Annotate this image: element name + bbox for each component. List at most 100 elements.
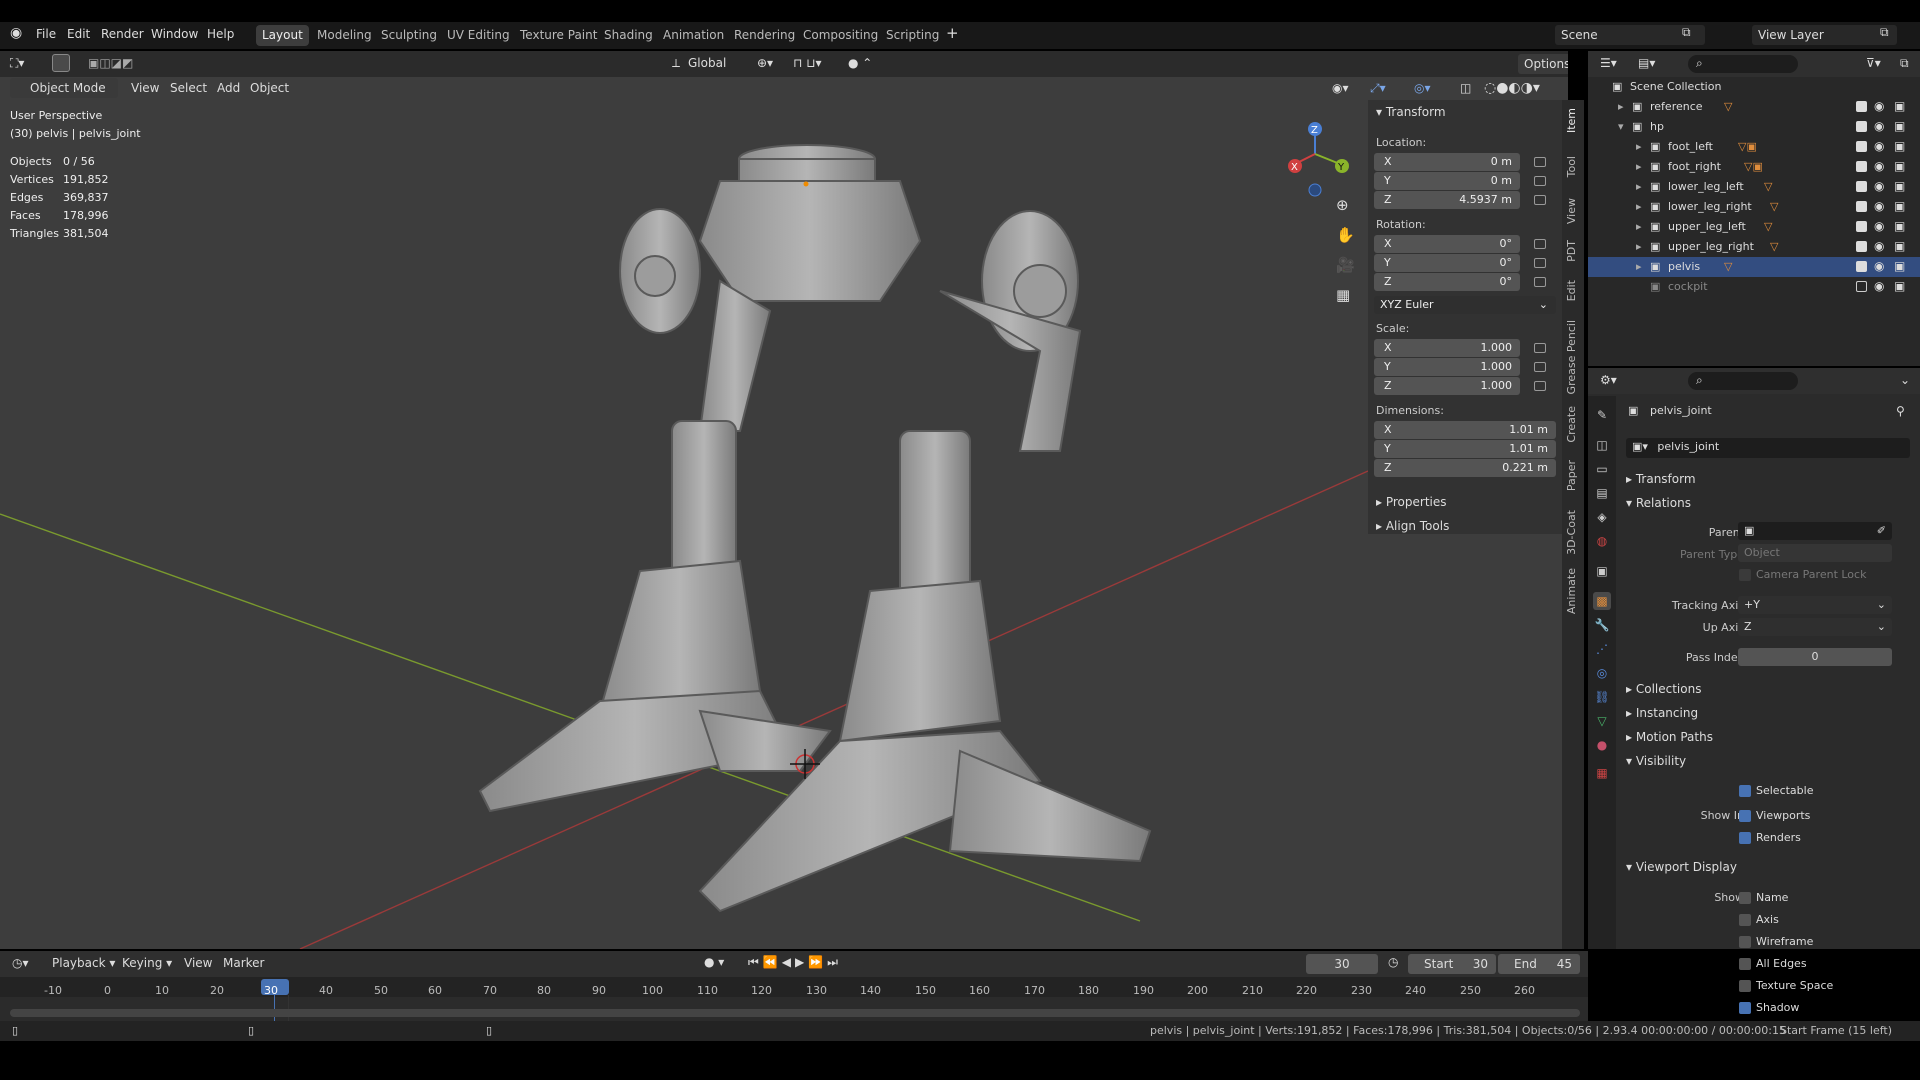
outliner-row[interactable]: ▸ ▣ lower_leg_left ▽ ◉ ▣: [1588, 177, 1920, 197]
rotation-mode-dropdown[interactable]: XYZ Euler ⌄: [1374, 296, 1556, 314]
xray-icon[interactable]: ◫: [1460, 81, 1471, 95]
camera-view-icon[interactable]: 🎥: [1336, 256, 1355, 274]
view-layer-selector[interactable]: View Layer: [1752, 25, 1897, 45]
location-y-field[interactable]: Y 0 m: [1374, 172, 1520, 190]
dimension-x-field[interactable]: X 1.01 m: [1374, 421, 1556, 439]
physics-tab-icon[interactable]: ◎: [1593, 664, 1611, 682]
rotation-y-field[interactable]: Y 0°: [1374, 254, 1520, 272]
exclude-checkbox[interactable]: [1856, 281, 1867, 292]
outliner-row-selected[interactable]: ▸ ▣ pelvis ▽ ◉ ▣: [1588, 257, 1920, 277]
tab-view[interactable]: View: [1565, 198, 1578, 224]
show-wireframe-checkbox[interactable]: [1739, 936, 1751, 948]
chevron-right-icon[interactable]: ▸: [1636, 180, 1642, 193]
tab-grease-pencil[interactable]: Grease Pencil: [1565, 320, 1578, 394]
pan-hand-icon[interactable]: ✋: [1336, 226, 1355, 244]
camera-icon[interactable]: ▣: [1894, 219, 1905, 233]
view-menu[interactable]: View: [184, 956, 212, 970]
add-menu[interactable]: Add: [217, 81, 240, 95]
lock-icon[interactable]: [1534, 239, 1546, 249]
exclude-checkbox[interactable]: [1856, 161, 1867, 172]
up-axis-dropdown[interactable]: Z ⌄: [1738, 618, 1892, 636]
menu-help[interactable]: Help: [207, 27, 234, 41]
outliner-row[interactable]: ▸ ▣ lower_leg_right ▽ ◉ ▣: [1588, 197, 1920, 217]
dimension-z-field[interactable]: Z 0.221 m: [1374, 459, 1556, 477]
motion-paths-section-header[interactable]: ▸ Motion Paths: [1626, 730, 1713, 744]
object-menu[interactable]: Object: [250, 81, 289, 95]
parent-type-dropdown[interactable]: Object: [1738, 544, 1892, 562]
options-dropdown[interactable]: Options: [1518, 54, 1568, 74]
camera-icon[interactable]: ▣: [1894, 199, 1905, 213]
tracking-axis-dropdown[interactable]: +Y ⌄: [1738, 596, 1892, 614]
transform-section-header[interactable]: ▸ Transform: [1626, 472, 1696, 486]
outliner-scene-collection[interactable]: ▣ Scene Collection: [1588, 77, 1920, 97]
eye-icon[interactable]: ◉: [1874, 179, 1884, 193]
add-workspace-icon[interactable]: +: [946, 24, 959, 42]
exclude-checkbox[interactable]: [1856, 201, 1867, 212]
pivot-icon[interactable]: ⊕▾: [757, 56, 773, 70]
outliner-row[interactable]: ▸ ▣ upper_leg_right ▽ ◉ ▣: [1588, 237, 1920, 257]
camera-icon[interactable]: ▣: [1894, 99, 1905, 113]
scale-z-field[interactable]: Z 1.000: [1374, 377, 1520, 395]
exclude-checkbox[interactable]: [1856, 101, 1867, 112]
menu-edit[interactable]: Edit: [67, 27, 90, 41]
camera-parent-lock-checkbox[interactable]: [1739, 569, 1751, 581]
timeline-scrollbar[interactable]: [10, 1009, 1580, 1017]
camera-icon[interactable]: ▣: [1894, 279, 1905, 293]
eye-icon[interactable]: ◉: [1874, 259, 1884, 273]
constraints-tab-icon[interactable]: ⛓: [1593, 688, 1611, 706]
3d-viewport[interactable]: ⛶▾ ▣◫◪◩ ⟂ Global ⊕▾ ⊓ ⊔▾ ● ⌃ Options Obj…: [0, 51, 1568, 949]
eye-icon[interactable]: ◉: [1874, 99, 1884, 113]
view-menu[interactable]: View: [131, 81, 159, 95]
camera-icon[interactable]: ▣: [1894, 159, 1905, 173]
filter-icon[interactable]: ⊽▾: [1866, 56, 1881, 70]
outliner-row[interactable]: ▸ ▣ upper_leg_left ▽ ◉ ▣: [1588, 217, 1920, 237]
tool-tab-icon[interactable]: ✎: [1593, 406, 1611, 424]
lock-icon[interactable]: [1534, 362, 1546, 372]
render-tab-icon[interactable]: ◫: [1593, 436, 1611, 454]
chevron-right-icon[interactable]: ▸: [1636, 240, 1642, 253]
object-name-field[interactable]: ▣▾ pelvis_joint: [1626, 438, 1910, 458]
snap-icon[interactable]: ⊓ ⊔▾: [793, 56, 822, 70]
instancing-section-header[interactable]: ▸ Instancing: [1626, 706, 1698, 720]
record-icon[interactable]: ● ▾: [704, 955, 724, 969]
exclude-checkbox[interactable]: [1856, 261, 1867, 272]
collection-tab-icon[interactable]: ▣: [1593, 562, 1611, 580]
editor-type-icon[interactable]: ☰▾: [1600, 56, 1617, 70]
visibility-icon[interactable]: ◉▾: [1332, 81, 1349, 95]
show-name-checkbox[interactable]: [1739, 892, 1751, 904]
menu-file[interactable]: File: [36, 27, 56, 41]
chevron-right-icon[interactable]: ▸: [1636, 200, 1642, 213]
data-tab-icon[interactable]: ▽: [1593, 712, 1611, 730]
select-menu[interactable]: Select: [170, 81, 207, 95]
scene-tab-icon[interactable]: ◈: [1593, 508, 1611, 526]
tab-animation[interactable]: Animation: [657, 25, 730, 46]
relations-section-header[interactable]: ▾ Relations: [1626, 496, 1691, 510]
viewports-checkbox[interactable]: [1739, 810, 1751, 822]
display-mode-icon[interactable]: ▤▾: [1638, 56, 1655, 70]
pin-icon[interactable]: ⚲: [1896, 404, 1905, 418]
tab-sculpting[interactable]: Sculpting: [375, 25, 443, 46]
select-tool-icon[interactable]: [52, 54, 70, 72]
overlay-toggle-icon[interactable]: ◎▾: [1414, 81, 1431, 95]
properties-search-input[interactable]: ⌕: [1688, 372, 1798, 390]
parent-field[interactable]: ▣ ✐: [1738, 522, 1892, 540]
tab-texture-paint[interactable]: Texture Paint: [514, 25, 603, 46]
menu-window[interactable]: Window: [151, 27, 198, 41]
lock-icon[interactable]: [1534, 343, 1546, 353]
eye-icon[interactable]: ◉: [1874, 159, 1884, 173]
view-layer-tab-icon[interactable]: ▤: [1593, 484, 1611, 502]
zoom-icon[interactable]: ⊕: [1336, 196, 1349, 214]
pass-index-field[interactable]: 0: [1738, 648, 1892, 666]
blender-logo-icon[interactable]: ◉: [10, 25, 22, 41]
output-tab-icon[interactable]: ▭: [1593, 460, 1611, 478]
camera-icon[interactable]: ▣: [1894, 239, 1905, 253]
tab-compositing[interactable]: Compositing: [797, 25, 884, 46]
shading-modes-icon[interactable]: ◌●◐◑▾: [1484, 80, 1540, 96]
scale-x-field[interactable]: X 1.000: [1374, 339, 1520, 357]
outliner-row[interactable]: ▸ ▣ foot_left ▽▣ ◉ ▣: [1588, 137, 1920, 157]
tab-pdt[interactable]: PDT: [1565, 240, 1578, 262]
menu-render[interactable]: Render: [101, 27, 144, 41]
lock-icon[interactable]: [1534, 157, 1546, 167]
eye-icon[interactable]: ◉: [1874, 219, 1884, 233]
tab-item[interactable]: Item: [1565, 108, 1578, 133]
